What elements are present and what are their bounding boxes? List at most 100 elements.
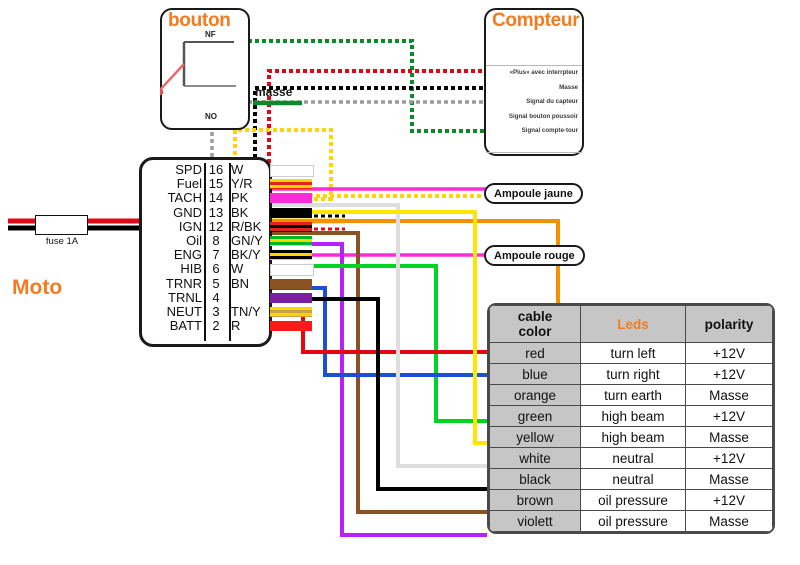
header-polarity: polarity xyxy=(685,305,773,343)
cell-led-function: turn left xyxy=(580,342,686,364)
table-row: blue turn right +12V xyxy=(489,363,773,385)
pin-name: TRNL xyxy=(168,289,202,305)
cell-polarity: +12V xyxy=(685,447,773,469)
pin-number: 8 xyxy=(212,232,220,248)
connector-pin-row: GND 13 BK xyxy=(147,204,265,220)
cell-led-function: neutral xyxy=(580,468,686,490)
table-row: white neutral +12V xyxy=(489,447,773,469)
pin-number: 3 xyxy=(212,303,220,319)
cell-led-function: turn earth xyxy=(580,384,686,406)
pin-number: 7 xyxy=(212,247,220,263)
cell-led-function: neutral xyxy=(580,447,686,469)
connector-pin-row: TRNL 4 xyxy=(147,289,265,305)
cell-led-function: high beam xyxy=(580,405,686,427)
cell-led-function: high beam xyxy=(580,426,686,448)
compteur-terminal: Signal du capteur xyxy=(526,98,578,105)
pin-wire-code: W xyxy=(231,162,244,177)
cell-polarity: Masse xyxy=(685,426,773,448)
cell-polarity: +12V xyxy=(685,489,773,511)
pin-number: 2 xyxy=(212,318,220,334)
pin-wire-swatch xyxy=(270,236,312,246)
pin-wire-swatch xyxy=(270,307,312,317)
cell-cable-color: brown xyxy=(489,489,581,511)
wiring-diagram: bouton NF NO masse Compteur «Plus» avec … xyxy=(0,0,800,565)
header-cable-color: cable color xyxy=(489,305,581,343)
cell-cable-color: orange xyxy=(489,384,581,406)
pin-wire-swatch xyxy=(270,193,312,204)
connector-pin-row: ENG 7 BK/Y xyxy=(147,247,265,263)
cell-cable-color: black xyxy=(489,468,581,490)
cell-cable-color: white xyxy=(489,447,581,469)
pin-number: 13 xyxy=(208,204,224,220)
pin-name: GND xyxy=(173,204,202,220)
pin-wire-swatch xyxy=(270,321,312,332)
connector-pin-row: Fuel 15 Y/R xyxy=(147,176,265,192)
pin-name: ENG xyxy=(173,247,202,263)
moto-label: Moto xyxy=(12,276,63,299)
pin-name: NEUT xyxy=(166,303,202,319)
cell-polarity: +12V xyxy=(685,342,773,364)
cell-led-function: turn right xyxy=(580,363,686,385)
cell-cable-color: green xyxy=(489,405,581,427)
pin-number: 16 xyxy=(208,162,224,177)
table-row: orange turn earth Masse xyxy=(489,384,773,406)
pin-wire-swatch xyxy=(270,207,312,218)
cell-polarity: Masse xyxy=(685,510,773,532)
connector-pin-row: TRNR 5 BN xyxy=(147,275,265,291)
pin-wire-code: Y/R xyxy=(231,176,253,192)
table-row: black neutral Masse xyxy=(489,468,773,490)
cell-polarity: Masse xyxy=(685,384,773,406)
pin-wire-swatch xyxy=(270,165,314,177)
pin-wire-code: GN/Y xyxy=(231,232,263,248)
pin-wire-code: PK xyxy=(231,190,249,206)
pin-number: 6 xyxy=(212,261,220,277)
ampoule-rouge-label: Ampoule rouge xyxy=(484,245,585,266)
masse-label: masse xyxy=(255,85,293,99)
table-row: violett oil pressure Masse xyxy=(489,510,773,532)
pin-number: 4 xyxy=(212,289,220,305)
cell-polarity: +12V xyxy=(685,363,773,385)
table-row: red turn left +12V xyxy=(489,342,773,364)
legend-table: cable color Leds polarity red turn left +1… xyxy=(487,303,775,534)
compteur-terminal: Masse xyxy=(559,83,578,91)
compteur-terminal-list: «Plus» avec interrpteur Masse Signal du … xyxy=(486,66,582,139)
compteur-title: Compteur xyxy=(492,10,580,31)
pin-wire-swatch xyxy=(270,179,312,190)
pin-wire-code: BK xyxy=(231,204,249,220)
fuse-symbol xyxy=(35,215,88,235)
compteur-terminal: «Plus» avec interrpteur xyxy=(509,69,578,76)
pin-name: TACH xyxy=(167,190,202,206)
switch-nf-label: NF xyxy=(205,30,216,39)
pin-wire-swatch xyxy=(270,264,314,277)
connector-pin-row: TACH 14 PK xyxy=(147,191,265,205)
table-row: brown oil pressure +12V xyxy=(489,489,773,511)
connector-pin-row: SPD 16 W xyxy=(147,162,265,177)
cell-cable-color: violett xyxy=(489,510,581,532)
pin-number: 12 xyxy=(208,218,224,234)
connector-pin-row: Oil 8 GN/Y xyxy=(147,232,265,248)
connector-pin-row: NEUT 3 TN/Y xyxy=(147,303,265,319)
connector-pin-row: BATT 2 R xyxy=(147,318,265,334)
cell-polarity: Masse xyxy=(685,468,773,490)
table-header-row: cable color Leds polarity xyxy=(489,305,773,343)
compteur-terminal: Signal compte-tour xyxy=(521,127,578,134)
pin-wire-code: BK/Y xyxy=(231,247,261,263)
cell-led-function: oil pressure xyxy=(580,489,686,511)
pin-name: Oil xyxy=(186,232,202,248)
pin-number: 5 xyxy=(212,275,220,291)
pin-name: HIB xyxy=(180,261,202,277)
connector-pin-list: SPD 16 W Fuel 15 Y/R TACH 14 PK GND 13 BK IGN 12 R/BK O… xyxy=(147,162,314,341)
table-row: yellow high beam Masse xyxy=(489,426,773,448)
pin-wire-code: BN xyxy=(231,275,250,291)
pin-wire-swatch xyxy=(270,292,312,303)
cell-cable-color: yellow xyxy=(489,426,581,448)
switch-no-label: NO xyxy=(205,112,217,121)
pin-name: Fuel xyxy=(176,176,202,192)
pin-name: SPD xyxy=(175,162,202,177)
pin-wire-code: TN/Y xyxy=(231,303,261,319)
compteur-terminal: Signal bouton poussoir xyxy=(508,112,578,120)
cell-led-function: oil pressure xyxy=(580,510,686,532)
table-row: green high beam +12V xyxy=(489,405,773,427)
pin-wire-swatch xyxy=(270,278,312,289)
cell-polarity: +12V xyxy=(685,405,773,427)
